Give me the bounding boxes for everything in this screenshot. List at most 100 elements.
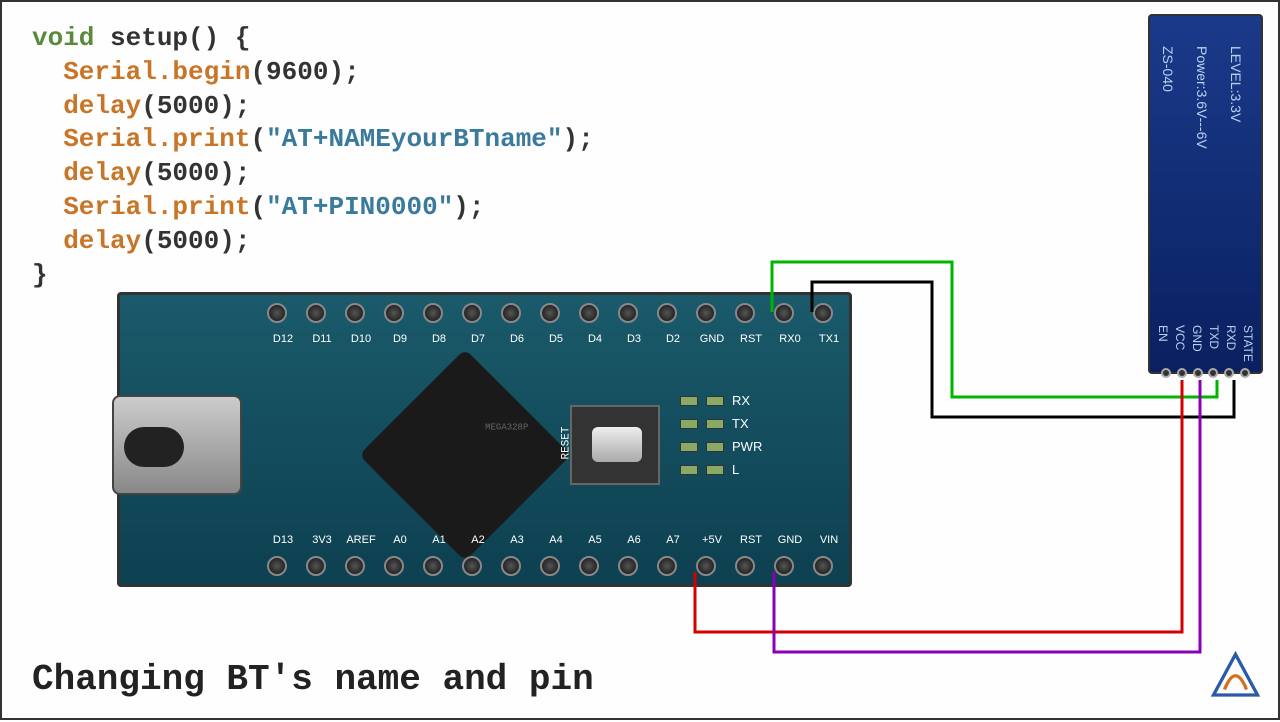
pin-D11	[306, 303, 326, 323]
reset-button[interactable]	[592, 427, 642, 462]
at-pin: "AT+PIN0000"	[266, 192, 453, 222]
pin-D12	[267, 303, 287, 323]
pin-GND	[696, 303, 716, 323]
pin-D9	[384, 303, 404, 323]
label-A4: A4	[538, 534, 574, 546]
pin-AREF	[345, 556, 365, 576]
bt-pin-labels: EN VCC GND TXD RXD STATE	[1155, 325, 1256, 362]
bt-gnd: GND	[1190, 325, 1204, 362]
bt-state: STATE	[1241, 325, 1255, 362]
label-D3: D3	[616, 333, 652, 345]
delay2: delay	[63, 158, 141, 188]
label-D9: D9	[382, 333, 418, 345]
label-D8: D8	[421, 333, 457, 345]
pin-3V3	[306, 556, 326, 576]
pin-+5V	[696, 556, 716, 576]
atmega-chip: MEGA328P	[359, 349, 571, 561]
bluetooth-module: ZS-040 Power:3.6V---6V LEVEL:3.3V EN VCC…	[1148, 14, 1263, 374]
serial3: Serial	[63, 192, 157, 222]
top-pin-labels: D12D11D10D9D8D7D6D5D4D3D2GNDRSTRX0TX1	[265, 333, 847, 345]
delay2-arg: (5000);	[141, 158, 250, 188]
label-AREF: AREF	[343, 534, 379, 546]
label-RST: RST	[733, 333, 769, 345]
label-A1: A1	[421, 534, 457, 546]
bt-vcc: VCC	[1173, 325, 1187, 362]
led-l: L	[732, 462, 739, 477]
label-A6: A6	[616, 534, 652, 546]
pin-A3	[501, 556, 521, 576]
label-D7: D7	[460, 333, 496, 345]
label-RST: RST	[733, 534, 769, 546]
pin-D2	[657, 303, 677, 323]
logo-icon	[1208, 651, 1263, 706]
label-A3: A3	[499, 534, 535, 546]
pin-D8	[423, 303, 443, 323]
label-A0: A0	[382, 534, 418, 546]
bt-level: LEVEL:3.3V	[1228, 46, 1244, 149]
begin: .begin	[157, 57, 251, 87]
kw-void: void	[32, 23, 94, 53]
pin-D10	[345, 303, 365, 323]
pin-A4	[540, 556, 560, 576]
reset-label: RESET	[561, 426, 573, 459]
delay3: delay	[63, 226, 141, 256]
pin-D13	[267, 556, 287, 576]
label-D5: D5	[538, 333, 574, 345]
chip-label: MEGA328P	[485, 423, 528, 433]
label-RX0: RX0	[772, 333, 808, 345]
bt-en: EN	[1156, 325, 1170, 362]
pin-D6	[501, 303, 521, 323]
label-+5V: +5V	[694, 534, 730, 546]
label-A7: A7	[655, 534, 691, 546]
bt-txd: TXD	[1207, 325, 1221, 362]
reset-area: RESET	[570, 405, 660, 485]
label-A5: A5	[577, 534, 613, 546]
label-GND: GND	[772, 534, 808, 546]
pin-D4	[579, 303, 599, 323]
delay3-arg: (5000);	[141, 226, 250, 256]
pin-TX1	[813, 303, 833, 323]
delay1-arg: (5000);	[141, 91, 250, 121]
pin-RST	[735, 303, 755, 323]
label-D11: D11	[304, 333, 340, 345]
bt-power: Power:3.6V---6V	[1194, 46, 1210, 149]
led-pwr: PWR	[732, 439, 762, 454]
led-area: RX TX PWR L	[680, 385, 762, 485]
baud: (9600);	[250, 57, 359, 87]
sig: setup() {	[94, 23, 250, 53]
label-3V3: 3V3	[304, 534, 340, 546]
bot-pin-labels: D133V3AREFA0A1A2A3A4A5A6A7+5VRSTGNDVIN	[265, 534, 847, 546]
serial: Serial	[63, 57, 157, 87]
bt-rxd: RXD	[1224, 325, 1238, 362]
close-brace: }	[32, 260, 48, 290]
at-name: "AT+NAMEyourBTname"	[266, 124, 562, 154]
print2: .print	[157, 192, 251, 222]
serial2: Serial	[63, 124, 157, 154]
pin-A7	[657, 556, 677, 576]
code-block: void setup() { Serial.begin(9600); delay…	[32, 22, 594, 292]
caption: Changing BT's name and pin	[32, 659, 594, 700]
pin-D3	[618, 303, 638, 323]
pin-D5	[540, 303, 560, 323]
pin-A5	[579, 556, 599, 576]
pin-A6	[618, 556, 638, 576]
led-tx: TX	[732, 416, 749, 431]
label-D6: D6	[499, 333, 535, 345]
usb-port	[112, 395, 242, 495]
label-D13: D13	[265, 534, 301, 546]
label-TX1: TX1	[811, 333, 847, 345]
bt-pin-holes	[1158, 368, 1253, 378]
label-A2: A2	[460, 534, 496, 546]
print1: .print	[157, 124, 251, 154]
pin-VIN	[813, 556, 833, 576]
label-VIN: VIN	[811, 534, 847, 546]
pin-GND	[774, 556, 794, 576]
delay1: delay	[63, 91, 141, 121]
label-D12: D12	[265, 333, 301, 345]
top-pin-row	[265, 303, 835, 323]
label-D2: D2	[655, 333, 691, 345]
pin-D7	[462, 303, 482, 323]
pin-A1	[423, 556, 443, 576]
led-rx: RX	[732, 393, 750, 408]
pin-A2	[462, 556, 482, 576]
